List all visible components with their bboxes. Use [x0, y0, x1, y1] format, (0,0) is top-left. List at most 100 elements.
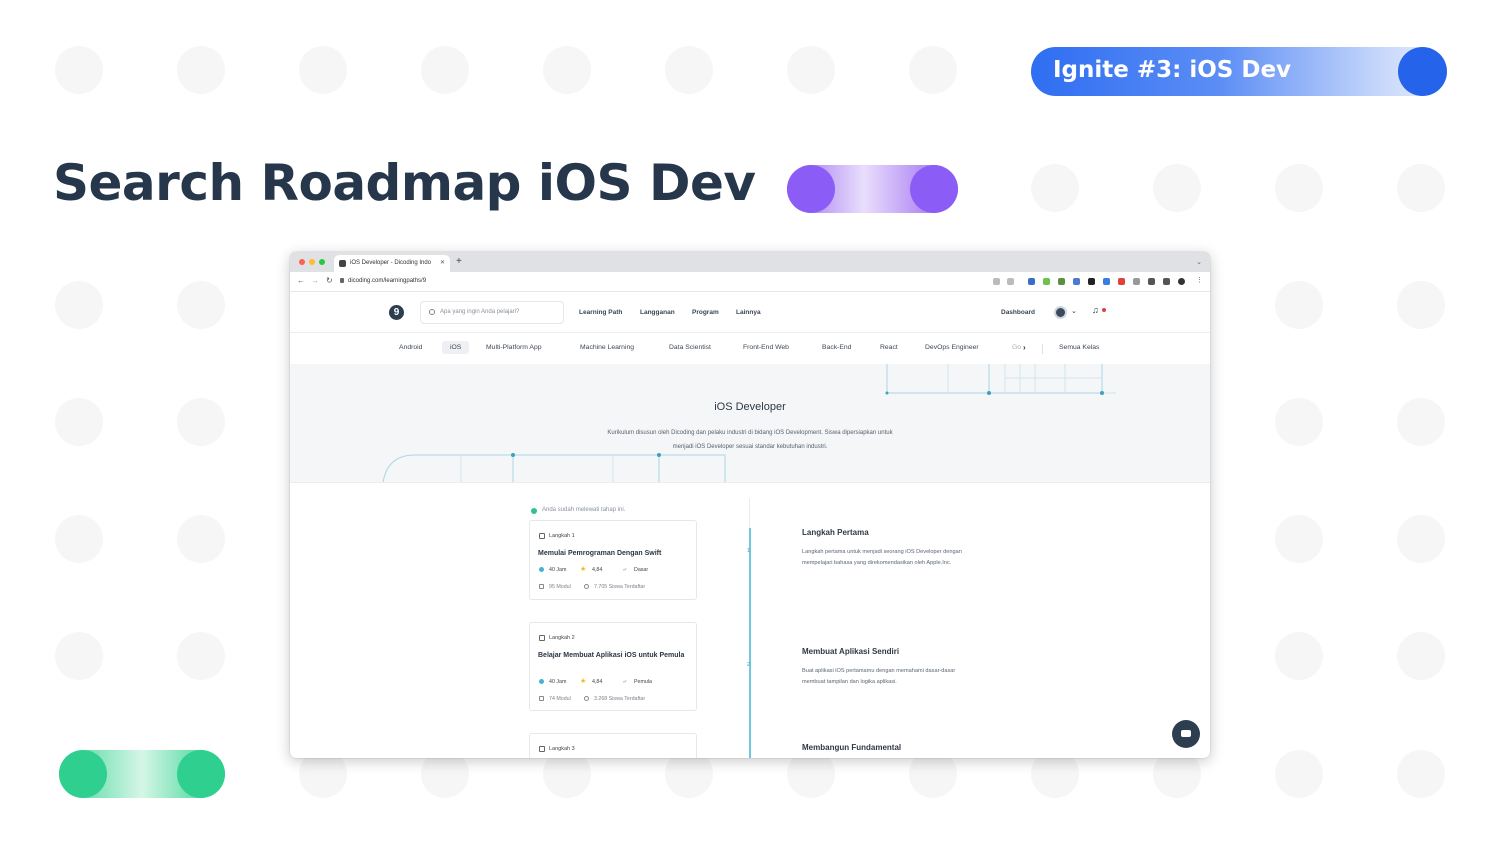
menu-langganan[interactable]: Langganan [640, 309, 675, 316]
close-window-button[interactable] [299, 259, 305, 265]
students-icon [584, 584, 589, 589]
topic-badge: Ignite #3: iOS Dev [1031, 47, 1447, 96]
hero-subtitle-line: Kurikulum disusun oleh Dicoding dan pela… [607, 430, 893, 436]
url-text[interactable]: dicoding.com/learningpaths/9 [348, 278, 426, 284]
address-bar: ← → ↻ dicoding.com/learningpaths/9 ⋮ [290, 272, 1210, 292]
extension-icon[interactable] [1118, 278, 1125, 285]
forward-arrow-icon[interactable]: → [311, 277, 319, 285]
share-icon[interactable] [993, 278, 1000, 285]
background-dot [1275, 164, 1323, 212]
card-rating: 4,84 [592, 567, 603, 573]
menu-learning-path[interactable]: Learning Path [579, 309, 622, 316]
profile-avatar-icon[interactable] [1178, 278, 1185, 285]
avatar[interactable] [1054, 306, 1067, 319]
category-go[interactable]: Go [1012, 344, 1021, 351]
all-classes-link[interactable]: Semua Kelas [1059, 344, 1099, 351]
maximize-window-button[interactable] [319, 259, 325, 265]
course-card[interactable]: Langkah 2 Belajar Membuat Aplikasi iOS u… [529, 622, 697, 711]
card-level: Dasar [634, 567, 649, 573]
hero-subtitle: Kurikulum disusun oleh Dicoding dan pela… [580, 427, 920, 454]
chevron-right-icon[interactable]: › [1023, 343, 1026, 352]
extension-icon[interactable] [1103, 278, 1110, 285]
level-icon: ⤶ [623, 679, 626, 685]
card-title: Belajar Membuat Aplikasi iOS untuk Pemul… [538, 652, 685, 659]
search-icon [429, 309, 435, 315]
background-dot [1397, 632, 1445, 680]
step-description: Buat aplikasi iOS pertamamu dengan memah… [802, 668, 956, 685]
background-dot [421, 46, 469, 94]
card-students: 7.705 Siswa Terdaftar [594, 584, 646, 590]
category-data-scientist[interactable]: Data Scientist [669, 344, 711, 351]
menu-lainnya[interactable]: Lainnya [736, 309, 761, 316]
chat-support-button[interactable] [1172, 720, 1200, 748]
hero-subtitle-line: menjadi iOS Developer sesuai standar keb… [672, 443, 828, 450]
card-step-label: Langkah 1 [549, 533, 575, 539]
step-heading: Membuat Aplikasi Sendiri [802, 647, 900, 656]
roadmap-timeline [749, 528, 751, 758]
background-dot [1397, 281, 1445, 329]
course-card[interactable]: Langkah 3 [529, 733, 697, 758]
background-dot [55, 398, 103, 446]
extension-icon[interactable] [1028, 278, 1035, 285]
tab-list-chevron-icon[interactable]: ⌄ [1196, 258, 1202, 266]
background-dot [1397, 164, 1445, 212]
extension-icon[interactable] [1058, 278, 1065, 285]
card-title: Memulai Pemrograman Dengan Swift [538, 550, 662, 557]
sidebar-icon[interactable] [1163, 278, 1170, 285]
pill-dot-right [177, 750, 225, 798]
extension-icon[interactable] [1088, 278, 1095, 285]
browser-window: iOS Developer - Dicoding Indo ✕ + ⌄ ← → … [290, 252, 1210, 758]
star-icon: ★ [580, 678, 587, 685]
badge-dot [1398, 47, 1447, 96]
chevron-down-icon[interactable]: ⌄ [1071, 307, 1077, 315]
clock-icon [539, 679, 544, 684]
reload-icon[interactable]: ↻ [326, 277, 333, 285]
dicoding-logo[interactable]: 9 [389, 305, 404, 320]
menu-program[interactable]: Program [692, 309, 719, 316]
card-step-label: Langkah 2 [549, 635, 575, 641]
extension-icon[interactable] [1073, 278, 1080, 285]
step-flag-icon [539, 533, 545, 539]
background-dot [55, 515, 103, 563]
category-back-end[interactable]: Back-End [822, 344, 851, 351]
dashboard-link[interactable]: Dashboard [1001, 309, 1035, 316]
background-dot [787, 46, 835, 94]
category-android[interactable]: Android [399, 344, 422, 351]
category-ios[interactable]: iOS [442, 341, 470, 354]
hero-banner: iOS Developer Kurikulum disusun oleh Dic… [290, 364, 1210, 483]
minimize-window-button[interactable] [309, 259, 315, 265]
browser-tab-bar: iOS Developer - Dicoding Indo ✕ + ⌄ [290, 252, 1210, 272]
category-devops-engineer[interactable]: DevOps Engineer [925, 344, 979, 351]
back-arrow-icon[interactable]: ← [297, 277, 305, 285]
dicoding-favicon-icon [339, 260, 346, 267]
card-modules: 95 Modul [549, 584, 571, 590]
background-dot [177, 515, 225, 563]
browser-tab-title: iOS Developer - Dicoding Indo [350, 260, 432, 266]
extension-icon[interactable] [1043, 278, 1050, 285]
step-flag-icon [539, 635, 545, 641]
puzzle-icon[interactable] [1148, 278, 1155, 285]
background-dot [299, 46, 347, 94]
card-students: 3.268 Siswa Terdaftar [594, 696, 646, 702]
course-card[interactable]: Langkah 1 Memulai Pemrograman Dengan Swi… [529, 520, 697, 600]
background-dot [177, 632, 225, 680]
bookmark-star-icon[interactable] [1007, 278, 1014, 285]
browser-menu-icon[interactable]: ⋮ [1196, 277, 1203, 285]
background-dot [1275, 281, 1323, 329]
close-tab-icon[interactable]: ✕ [440, 259, 445, 266]
search-input[interactable]: Apa yang ingin Anda pelajari? [420, 301, 564, 324]
background-dot [1397, 398, 1445, 446]
new-tab-icon[interactable]: + [456, 257, 462, 267]
topic-badge-label: Ignite #3: iOS Dev [1053, 57, 1292, 83]
category-machine-learning[interactable]: Machine Learning [580, 344, 634, 351]
card-level: Pemula [634, 679, 652, 685]
background-dot [1275, 515, 1323, 563]
browser-tab[interactable]: iOS Developer - Dicoding Indo ✕ [334, 255, 450, 272]
category-nav: Android iOS Multi-Platform App Machine L… [290, 334, 1210, 364]
category-multi-platform[interactable]: Multi-Platform App [486, 344, 542, 351]
notification-dot [1102, 308, 1106, 312]
category-front-end-web[interactable]: Front-End Web [743, 344, 789, 351]
extension-icon[interactable] [1133, 278, 1140, 285]
bell-icon[interactable]: ♫ [1092, 305, 1099, 315]
category-react[interactable]: React [880, 344, 898, 351]
